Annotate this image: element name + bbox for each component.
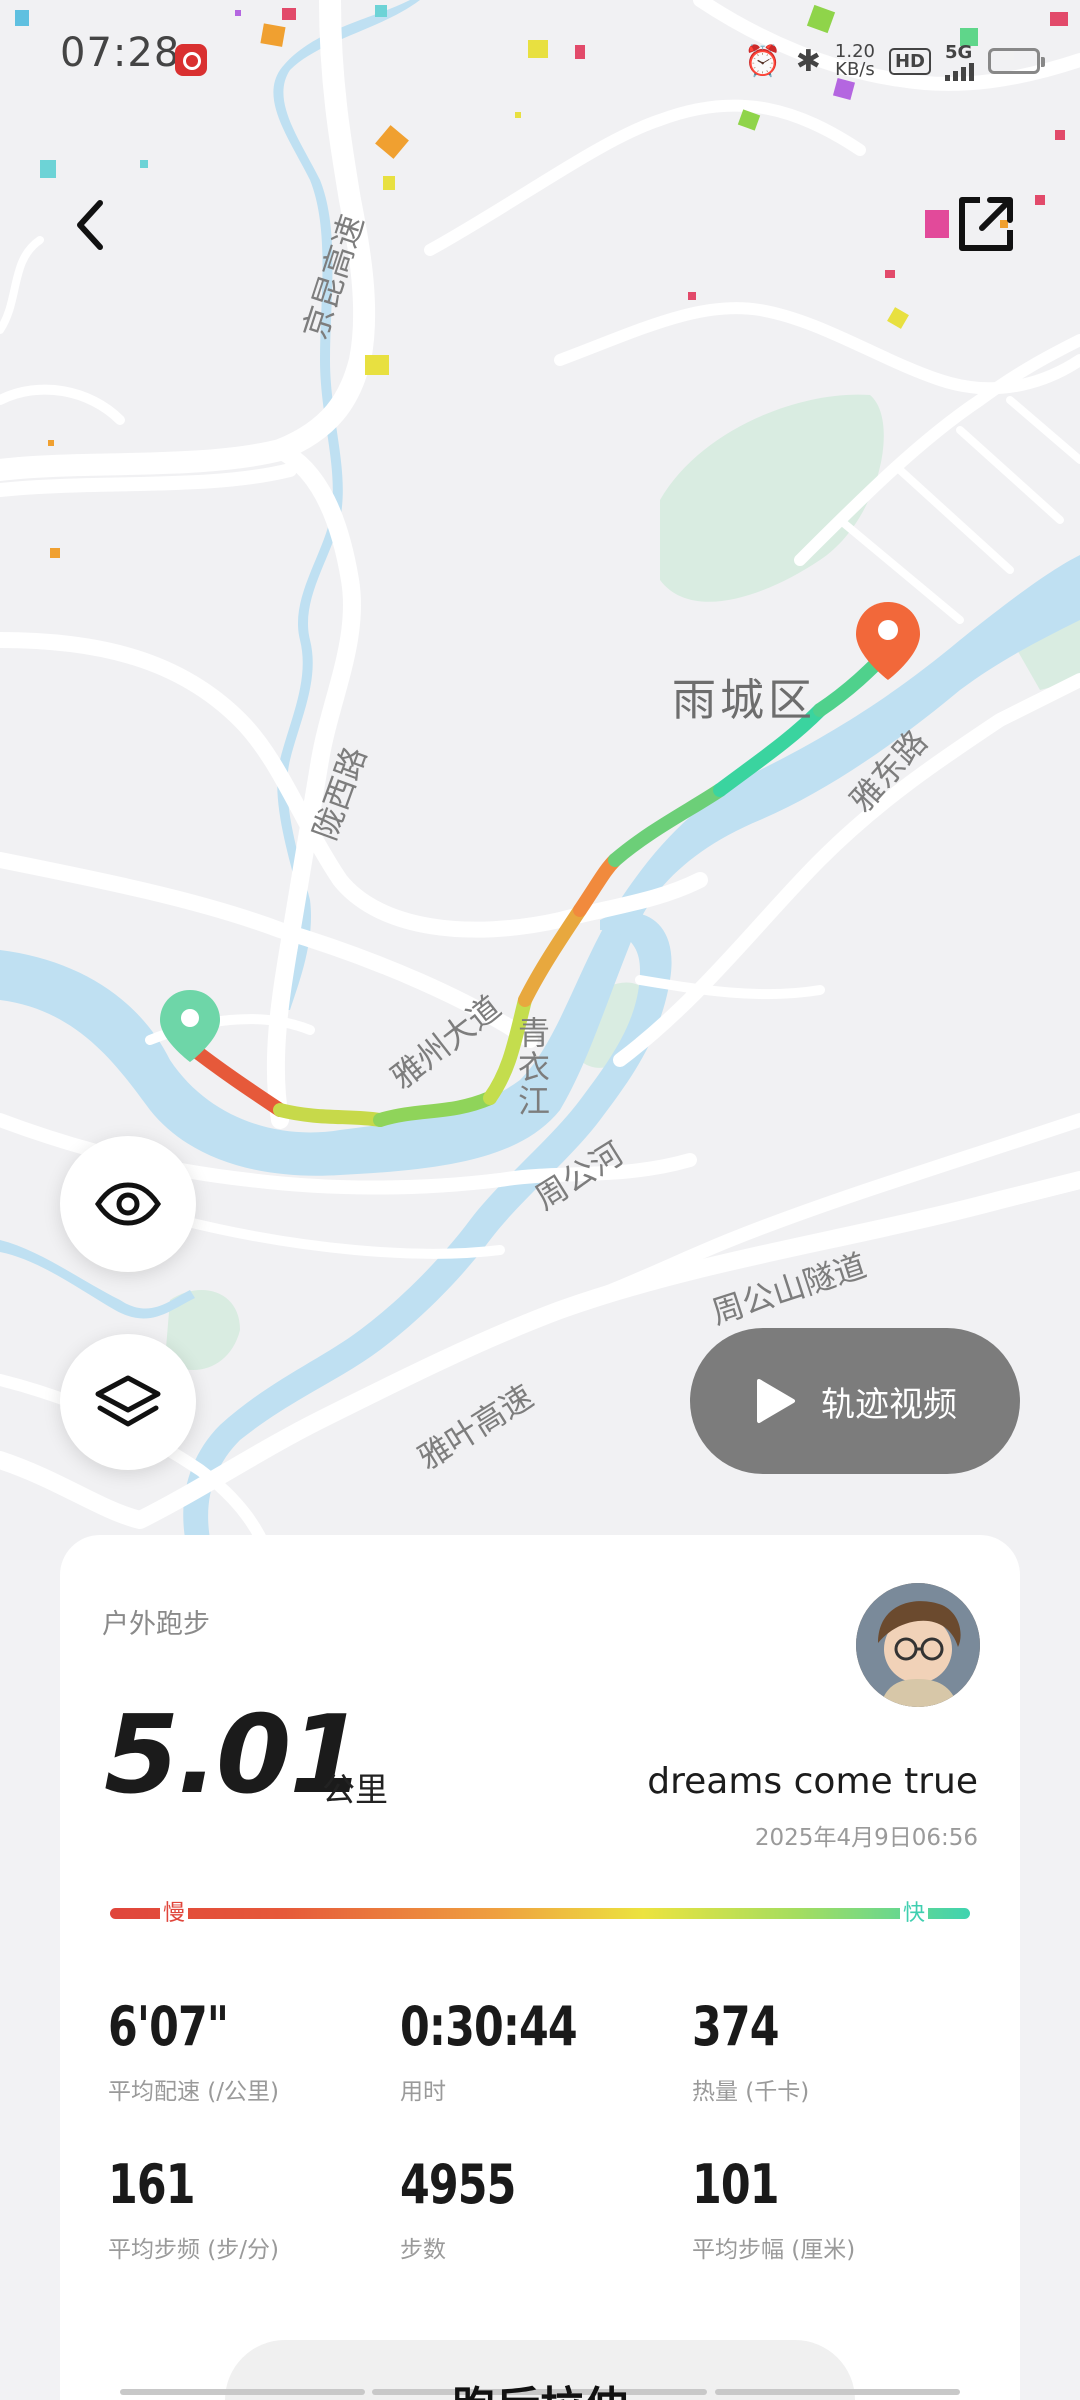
track-video-button[interactable]: 轨迹视频 [690, 1328, 1020, 1474]
pace-gradient-bar [110, 1908, 970, 1919]
stat-label: 步数 [400, 2237, 446, 2263]
net-speed-unit: KB/s [835, 59, 875, 80]
status-icons: ⏰ ✱ 1.20 KB/s HD 5G [744, 38, 1045, 84]
stat-cadence: 161 平均步频 (步/分) [108, 2153, 398, 2264]
toggle-visibility-button[interactable] [60, 1136, 196, 1272]
map-canvas [0, 0, 1080, 1560]
post-run-stretch-label: 跑后拉伸 [0, 2378, 1080, 2400]
avatar-image [856, 1583, 980, 1707]
username: dreams come true [647, 1761, 978, 1802]
route-map[interactable]: 雨城区 京昆高速 陇西路 雅东路 雅州大道 青衣江 周公河 周公山隧道 雅叶高速 [0, 0, 1080, 1560]
layers-icon [95, 1375, 161, 1427]
stat-label: 热量 (千卡) [692, 2079, 810, 2105]
pace-fast-label: 快 [900, 1899, 929, 1929]
status-bar: 07:28 ⏰ ✱ 1.20 KB/s HD 5G [0, 0, 1080, 120]
stat-label: 用时 [400, 2079, 446, 2105]
distance-unit: 公里 [322, 1770, 388, 1809]
river-label-qingyi: 青衣江 [518, 1014, 551, 1120]
net-type-label: 5G [945, 41, 973, 63]
chevron-left-icon [77, 200, 103, 250]
stat-duration: 0:30:44 用时 [400, 1995, 690, 2106]
track-video-label: 轨迹视频 [821, 1384, 957, 1425]
hd-badge: HD [888, 47, 931, 75]
stat-value: 0:30:44 [400, 1995, 578, 2058]
run-summary-card: 户外跑步 5.01 公里 dreams come true 2025年4月9日0… [60, 1535, 1020, 2400]
signal-bars-icon [945, 62, 974, 81]
status-time: 07:28 [60, 30, 181, 76]
bluetooth-icon: ✱ [795, 43, 821, 79]
stat-stride: 101 平均步幅 (厘米) [692, 2153, 982, 2264]
stat-value: 101 [692, 2153, 779, 2216]
net-speed: 1.20 KB/s [835, 43, 875, 79]
alarm-icon: ⏰ [744, 43, 782, 79]
district-label: 雨城区 [672, 675, 816, 726]
stat-steps: 4955 步数 [400, 2153, 690, 2264]
map-layers-button[interactable] [60, 1334, 196, 1470]
stat-label: 平均步频 (步/分) [108, 2237, 280, 2263]
back-button[interactable] [45, 180, 135, 270]
eye-icon [94, 1182, 162, 1226]
play-icon [757, 1379, 795, 1423]
stat-calories: 374 热量 (千卡) [692, 1995, 982, 2106]
stat-value: 6'07" [108, 1995, 229, 2058]
pace-legend: 慢 快 [110, 1899, 970, 1929]
share-button[interactable] [940, 180, 1030, 270]
sport-type-label: 户外跑步 [102, 1609, 210, 1640]
battery-icon [988, 48, 1045, 74]
stat-value: 161 [108, 2153, 195, 2216]
stat-label: 平均步幅 (厘米) [692, 2237, 856, 2263]
stat-label: 平均配速 (/公里) [108, 2079, 280, 2105]
stat-value: 4955 [400, 2153, 516, 2216]
run-datetime: 2025年4月9日06:56 [754, 1825, 978, 1851]
run-record-screen: 雨城区 京昆高速 陇西路 雅东路 雅州大道 青衣江 周公河 周公山隧道 雅叶高速… [0, 0, 1080, 2400]
stat-value: 374 [692, 1995, 779, 2058]
cell-signal: 5G [945, 42, 974, 81]
pace-slow-label: 慢 [160, 1899, 189, 1929]
external-link-icon [959, 197, 1013, 251]
avatar[interactable] [856, 1583, 980, 1707]
netease-music-icon [175, 44, 207, 76]
stat-avg-pace: 6'07" 平均配速 (/公里) [108, 1995, 398, 2106]
